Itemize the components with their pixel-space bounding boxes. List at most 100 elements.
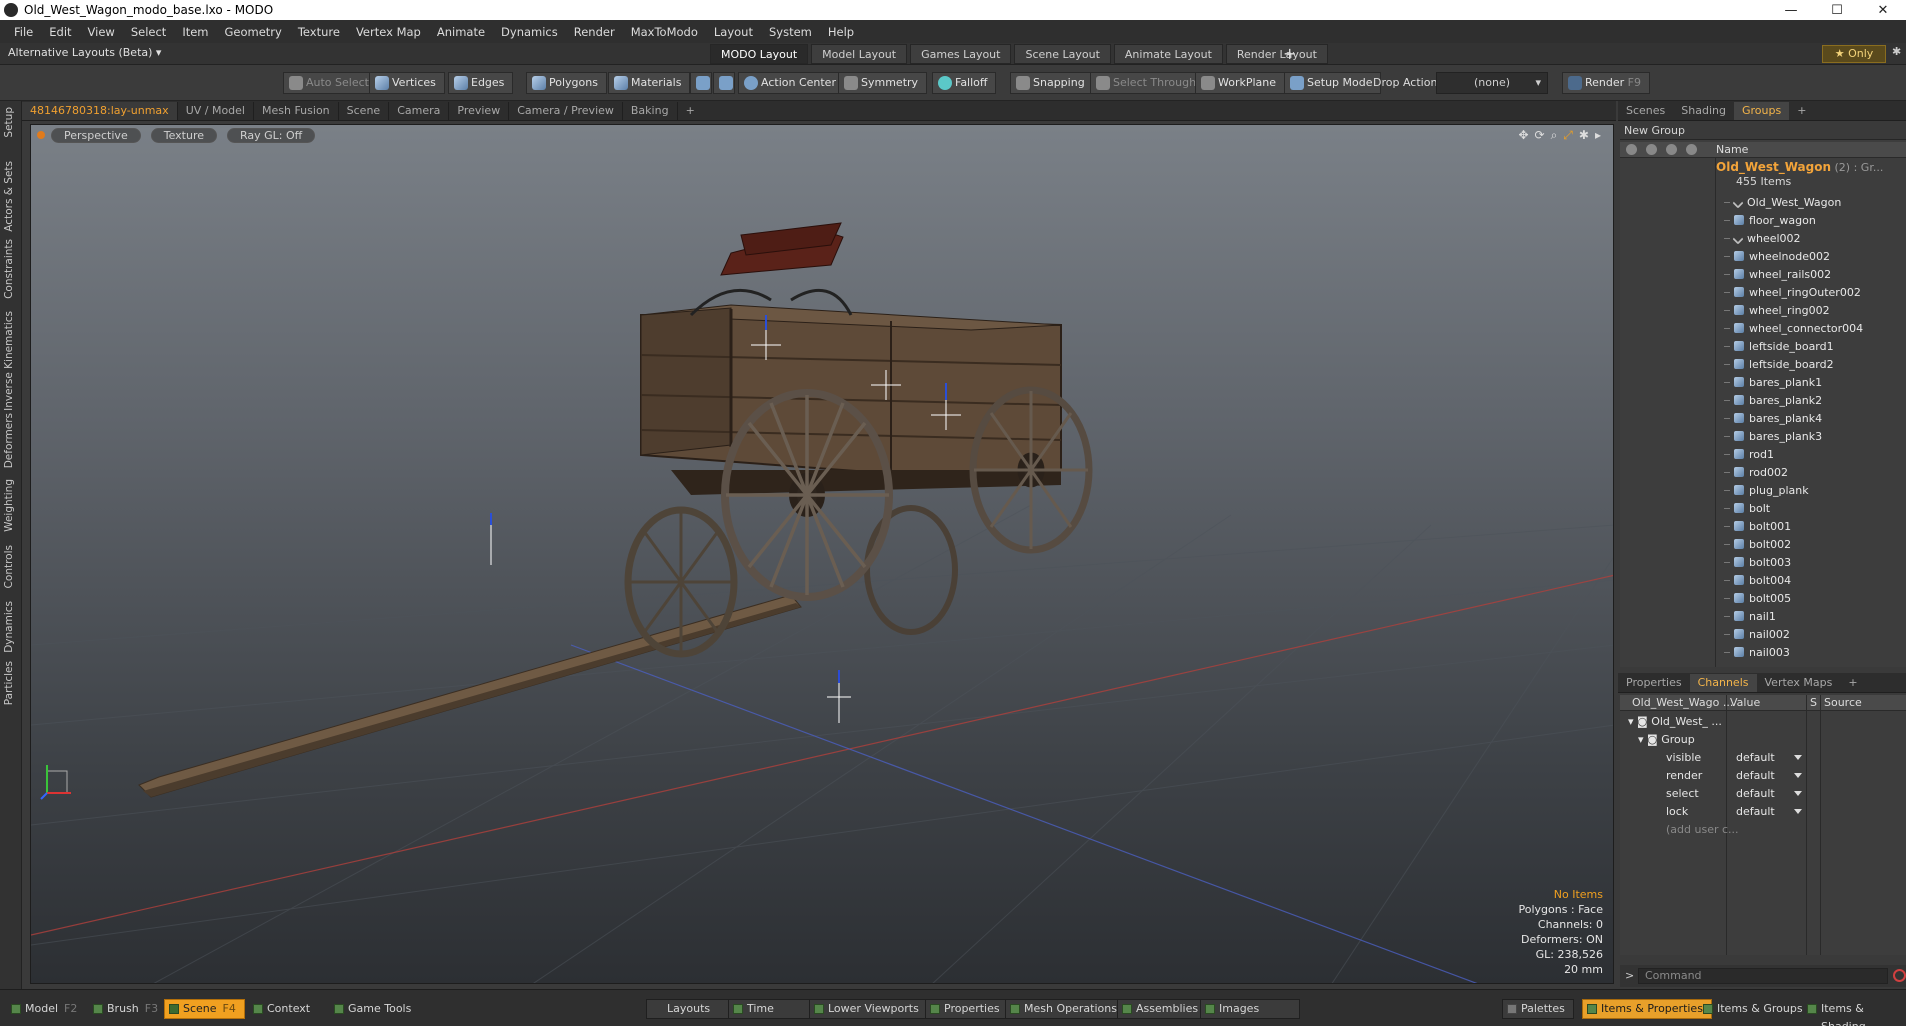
layouts-button[interactable]: Layouts: [646, 999, 732, 1019]
gear-icon[interactable]: ✱: [1579, 128, 1589, 143]
selection-drop-button[interactable]: [713, 72, 735, 94]
channel-row[interactable]: render default: [1620, 767, 1906, 785]
lower-viewports-button[interactable]: Lower Viewports: [809, 999, 928, 1019]
context-button[interactable]: Context: [248, 999, 319, 1019]
group-item-row[interactable]: Old_West_Wagon: [1716, 194, 1906, 212]
game-tools-button[interactable]: Game Tools: [329, 999, 420, 1019]
group-item-row[interactable]: wheel_ring002: [1716, 302, 1906, 320]
brush-button[interactable]: Brush F3: [88, 999, 167, 1019]
snapping-button[interactable]: Snapping: [1010, 72, 1094, 94]
group-item-row[interactable]: nail1: [1716, 608, 1906, 626]
tab-scene[interactable]: Scene: [339, 101, 390, 120]
zoom-icon[interactable]: ⌕: [1551, 128, 1558, 143]
group-item-row[interactable]: wheelnode002: [1716, 248, 1906, 266]
add-channel-tab-button[interactable]: +: [1840, 674, 1865, 692]
menu-help[interactable]: Help: [820, 25, 862, 39]
tab-actors-sets[interactable]: Actors & Sets: [3, 161, 15, 232]
menu-layout[interactable]: Layout: [706, 25, 761, 39]
group-row[interactable]: Old_West_Wagon (2) : Gr... 455 Items: [1716, 160, 1883, 189]
scene-button[interactable]: Scene F4: [164, 999, 245, 1019]
viewport-menu-icon[interactable]: [37, 131, 45, 139]
vertices-button[interactable]: Vertices: [369, 72, 445, 94]
images-button[interactable]: Images: [1200, 999, 1301, 1019]
add-user-channel-row[interactable]: (add user c...: [1620, 821, 1906, 839]
tab-games-layout[interactable]: Games Layout: [910, 44, 1012, 64]
group-item-row[interactable]: rod1: [1716, 446, 1906, 464]
tab-dynamics[interactable]: Dynamics: [3, 601, 15, 653]
pan-icon[interactable]: ✥: [1518, 128, 1528, 143]
group-item-row[interactable]: wheel_connector004: [1716, 320, 1906, 338]
edges-button[interactable]: Edges: [448, 72, 514, 94]
group-item-row[interactable]: bolt003: [1716, 554, 1906, 572]
menu-select[interactable]: Select: [123, 25, 174, 39]
channel-row[interactable]: lock default: [1620, 803, 1906, 821]
chevron-down-icon[interactable]: [1794, 791, 1802, 796]
group-item-row[interactable]: leftside_board2: [1716, 356, 1906, 374]
drop-action-select[interactable]: (none) ▾: [1436, 72, 1548, 94]
channel-root-row[interactable]: ▾ ◙ Old_West_ ...: [1620, 713, 1906, 731]
mesh-operations-button[interactable]: Mesh Operations: [1005, 999, 1126, 1019]
tab-camera-preview[interactable]: Camera / Preview: [509, 101, 623, 120]
group-item-row[interactable]: rod002: [1716, 464, 1906, 482]
menu-maxtomodo[interactable]: MaxToModo: [623, 25, 706, 39]
menu-vertex-map[interactable]: Vertex Map: [348, 25, 429, 39]
workplane-button[interactable]: WorkPlane: [1195, 72, 1286, 94]
tab-channels[interactable]: Channels: [1689, 673, 1757, 692]
tab-deformers[interactable]: Deformers: [3, 413, 15, 468]
menu-animate[interactable]: Animate: [429, 25, 493, 39]
shading-dropdown[interactable]: Texture: [150, 127, 217, 143]
channel-value[interactable]: default: [1736, 803, 1775, 821]
channel-value[interactable]: default: [1736, 785, 1775, 803]
command-input[interactable]: Command: [1638, 968, 1888, 984]
fit-icon[interactable]: ⤢: [1563, 128, 1573, 143]
items-properties-button[interactable]: Items & Properties: [1582, 999, 1712, 1019]
close-button[interactable]: ✕: [1860, 0, 1906, 20]
setup-mode-button[interactable]: Setup Mode: [1284, 72, 1382, 94]
expand-icon[interactable]: ▸: [1595, 128, 1601, 143]
auto-select-button[interactable]: Auto Select: [283, 72, 378, 94]
raygl-toggle[interactable]: Ray GL: Off: [227, 127, 316, 143]
group-item-row[interactable]: nail003: [1716, 644, 1906, 662]
palettes-button[interactable]: Palettes: [1502, 999, 1574, 1019]
tab-mesh-fusion[interactable]: Mesh Fusion: [254, 101, 339, 120]
tab-setup[interactable]: Setup: [3, 107, 15, 138]
falloff-button[interactable]: Falloff: [932, 72, 997, 94]
polygons-button[interactable]: Polygons: [526, 72, 607, 94]
group-item-row[interactable]: bolt: [1716, 500, 1906, 518]
view-type-dropdown[interactable]: Perspective: [51, 127, 141, 143]
menu-render[interactable]: Render: [566, 25, 623, 39]
tab-particles[interactable]: Particles: [3, 661, 15, 705]
group-item-row[interactable]: bolt004: [1716, 572, 1906, 590]
action-center-button[interactable]: Action Center: [738, 72, 845, 94]
rotate-icon[interactable]: ⟳: [1535, 128, 1545, 143]
channel-row[interactable]: select default: [1620, 785, 1906, 803]
menu-view[interactable]: View: [80, 25, 123, 39]
gear-icon[interactable]: ✱: [1892, 45, 1901, 58]
chevron-down-icon[interactable]: [1794, 773, 1802, 778]
tab-weighting[interactable]: Weighting: [3, 479, 15, 532]
minimize-button[interactable]: —: [1768, 0, 1814, 20]
group-item-row[interactable]: floor_wagon: [1716, 212, 1906, 230]
tab-groups[interactable]: Groups: [1733, 101, 1790, 120]
add-layout-button[interactable]: +: [1283, 44, 1296, 63]
tab-properties[interactable]: Properties: [1618, 674, 1690, 692]
menu-file[interactable]: File: [6, 25, 41, 39]
tab-camera[interactable]: Camera: [389, 101, 450, 120]
symmetry-button[interactable]: Symmetry: [838, 72, 928, 94]
group-item-row[interactable]: bolt001: [1716, 518, 1906, 536]
items-shading-button[interactable]: Items & Shading: [1802, 999, 1906, 1026]
channel-value[interactable]: default: [1736, 749, 1775, 767]
properties-button[interactable]: Properties: [925, 999, 1009, 1019]
chevron-down-icon[interactable]: [1794, 809, 1802, 814]
tab-scenes[interactable]: Scenes: [1618, 102, 1673, 120]
maximize-button[interactable]: ☐: [1814, 0, 1860, 20]
menu-dynamics[interactable]: Dynamics: [493, 25, 566, 39]
group-item-row[interactable]: plug_plank: [1716, 482, 1906, 500]
tab-uv-model[interactable]: UV / Model: [178, 101, 254, 120]
tab-scene-layout[interactable]: Scene Layout: [1014, 44, 1111, 64]
menu-geometry[interactable]: Geometry: [217, 25, 290, 39]
add-panel-tab-button[interactable]: +: [1789, 102, 1814, 120]
tab-constraints[interactable]: Constraints: [3, 239, 15, 299]
group-item-row[interactable]: bolt005: [1716, 590, 1906, 608]
group-item-row[interactable]: nail002: [1716, 626, 1906, 644]
